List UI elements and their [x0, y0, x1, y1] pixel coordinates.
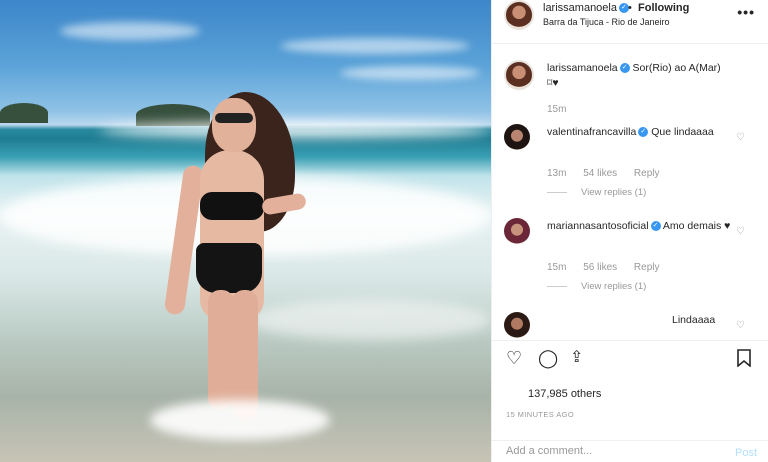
comment-input[interactable]	[506, 445, 716, 457]
wave-foam	[100, 122, 490, 138]
comment-body: Que lindaaaa	[651, 126, 714, 138]
more-options-icon[interactable]: •••	[737, 4, 755, 20]
comment-likes[interactable]: 56 likes	[583, 262, 617, 273]
caption-text: larissamanoela ✓ Sor(Rio) ao A(Mar) ⌑♥	[547, 61, 732, 91]
sunglasses	[215, 113, 253, 123]
comment-like-icon[interactable]: ♡	[736, 132, 745, 143]
wave-foam	[250, 300, 491, 340]
view-replies-button[interactable]: View replies (1)	[547, 187, 646, 198]
bikini-bottom	[196, 243, 262, 293]
person-leg	[208, 290, 234, 410]
post-comment-button[interactable]: Post	[735, 447, 757, 459]
likes-count[interactable]: 137,985 others	[528, 388, 601, 400]
comment-body: Lindaaaa	[672, 314, 716, 326]
heart-icon[interactable]: ♡	[506, 349, 522, 367]
reply-button[interactable]: Reply	[634, 262, 660, 273]
comment-age: 13m	[547, 168, 567, 179]
avatar[interactable]	[504, 124, 530, 150]
bikini-top	[200, 192, 264, 220]
share-icon[interactable]: ⇪	[570, 349, 583, 367]
caption-age: 15m	[547, 104, 567, 115]
view-replies-button[interactable]: View replies (1)	[547, 281, 646, 292]
comment-body: Amo demais ♥	[662, 220, 731, 232]
comment-text: valentinafrancavilla ✓ Que lindaaaa	[547, 125, 732, 140]
post-timestamp: 15 MINUTES AGO	[506, 410, 575, 419]
comment-text: Lindaaaa	[672, 313, 768, 328]
action-bar: ♡ ◯ ⇪	[492, 340, 768, 376]
island	[0, 103, 48, 123]
comment-age: 15m	[547, 262, 567, 273]
post-header: larissamanoela ✓ • Following Barra da Tij…	[492, 0, 768, 44]
separator-dot: •	[628, 2, 632, 14]
cloud	[340, 66, 480, 80]
comments-list[interactable]: larissamanoela ✓ Sor(Rio) ao A(Mar) ⌑♥ 15…	[492, 44, 768, 340]
comment-text: mariannasantosoficial ✓ Amo demais ♥	[547, 219, 732, 234]
comment-icon[interactable]: ◯	[538, 349, 558, 367]
post-photo[interactable]	[0, 0, 491, 462]
add-comment-bar: Post	[492, 440, 768, 462]
verified-icon: ✓	[638, 127, 649, 138]
caption-meta: 15m	[547, 104, 580, 115]
water-splash	[150, 400, 330, 440]
following-button[interactable]: Following	[638, 2, 689, 14]
verified-icon: ✓	[650, 221, 661, 232]
comment-meta: 15m 56 likes Reply	[547, 262, 674, 273]
bookmark-icon[interactable]	[736, 349, 752, 370]
cloud	[60, 22, 200, 40]
comment-meta: 13m 54 likes Reply	[547, 168, 674, 179]
comment-like-icon[interactable]: ♡	[736, 320, 745, 331]
avatar[interactable]	[504, 312, 530, 338]
post-side-panel: larissamanoela ✓ • Following Barra da Tij…	[491, 0, 768, 462]
verified-icon: ✓	[619, 63, 630, 74]
comment-username[interactable]: valentinafrancavilla	[547, 126, 636, 138]
avatar[interactable]	[504, 218, 530, 244]
comment-username[interactable]: mariannasantosoficial	[547, 220, 649, 232]
cloud	[280, 38, 470, 54]
comment-like-icon[interactable]: ♡	[736, 226, 745, 237]
comment-likes[interactable]: 54 likes	[583, 168, 617, 179]
avatar[interactable]	[504, 60, 534, 90]
caption-username[interactable]: larissamanoela	[547, 62, 618, 74]
instagram-post-view: larissamanoela ✓ • Following Barra da Tij…	[0, 0, 768, 462]
post-username-text[interactable]: larissamanoela	[543, 2, 617, 14]
post-username[interactable]: larissamanoela ✓	[543, 2, 629, 14]
avatar[interactable]	[504, 0, 534, 30]
reply-button[interactable]: Reply	[634, 168, 660, 179]
location-link[interactable]: Barra da Tijuca - Rio de Janeiro	[543, 17, 670, 27]
person-head	[212, 98, 256, 152]
